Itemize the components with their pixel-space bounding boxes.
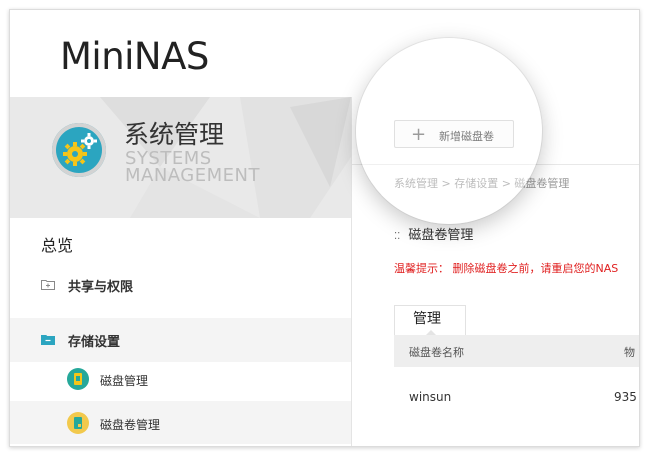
tab-manage-label: 管理 bbox=[413, 311, 441, 327]
header: MiniNAS bbox=[10, 10, 639, 97]
settings-gear-icon bbox=[52, 123, 106, 177]
toolbar: + 新增磁盘卷 bbox=[352, 97, 639, 165]
volume-icon bbox=[67, 412, 89, 434]
add-volume-button[interactable]: + 新增磁盘卷 bbox=[394, 120, 514, 148]
sidebar-subitem-label: 磁盘管理 bbox=[100, 374, 149, 388]
breadcrumb: 系统管理 > 存储设置 > 磁盘卷管理 bbox=[394, 177, 570, 190]
sidebar: 系统管理 SYSTEMS MANAGEMENT 总览 共享与权限 存储设置 磁盘… bbox=[10, 97, 352, 446]
sidebar-item-label: 存储设置 bbox=[68, 335, 121, 350]
tab-manage[interactable]: 管理 bbox=[394, 305, 466, 336]
disk-icon bbox=[67, 368, 89, 390]
app-window: MiniNAS 系统管理 SYSTEMS MANAGEMENT 总览 共享与权限… bbox=[9, 9, 640, 447]
sidebar-item-share-permissions[interactable]: 共享与权限 bbox=[10, 263, 351, 307]
sidebar-item-storage-settings[interactable]: 存储设置 bbox=[10, 318, 351, 362]
section-title: ⁚⁚ 磁盘卷管理 bbox=[394, 224, 473, 243]
cell-volume-name: winsun bbox=[409, 390, 452, 404]
table-header: 磁盘卷名称 物 bbox=[394, 335, 639, 367]
warning-message: 温馨提示： 删除磁盘卷之前，请重启您的NAS bbox=[394, 262, 619, 275]
banner-title: 系统管理 bbox=[124, 120, 225, 149]
add-volume-button-label: 新增磁盘卷 bbox=[439, 130, 494, 143]
app-logo: MiniNAS bbox=[60, 35, 209, 78]
table-row[interactable]: winsun 935 bbox=[394, 367, 639, 427]
column-header-physical: 物 bbox=[624, 346, 635, 359]
section-title-text: 磁盘卷管理 bbox=[408, 228, 474, 243]
sidebar-item-label: 共享与权限 bbox=[68, 280, 134, 295]
sidebar-subitem-disk-management[interactable]: 磁盘管理 bbox=[10, 357, 351, 400]
folder-plus-icon bbox=[41, 280, 55, 290]
sidebar-item-overview[interactable]: 总览 bbox=[10, 218, 351, 263]
main-content: + 新增磁盘卷 系统管理 > 存储设置 > 磁盘卷管理 ⁚⁚ 磁盘卷管理 温馨提示… bbox=[352, 97, 639, 446]
drag-dots-icon: ⁚⁚ bbox=[394, 231, 401, 242]
sidebar-item-overview-label: 总览 bbox=[41, 236, 74, 255]
folder-minus-icon bbox=[41, 335, 55, 345]
sidebar-banner: 系统管理 SYSTEMS MANAGEMENT bbox=[10, 97, 351, 218]
plus-icon: + bbox=[411, 124, 427, 145]
banner-subtitle-line2: MANAGEMENT bbox=[125, 165, 260, 186]
sidebar-subitem-label: 磁盘卷管理 bbox=[100, 418, 161, 432]
sidebar-subitem-volume-management[interactable]: 磁盘卷管理 bbox=[10, 401, 351, 444]
column-header-volume-name: 磁盘卷名称 bbox=[409, 346, 464, 359]
banner-subtitle: SYSTEMS MANAGEMENT bbox=[125, 150, 260, 186]
cell-physical: 935 bbox=[614, 390, 637, 404]
